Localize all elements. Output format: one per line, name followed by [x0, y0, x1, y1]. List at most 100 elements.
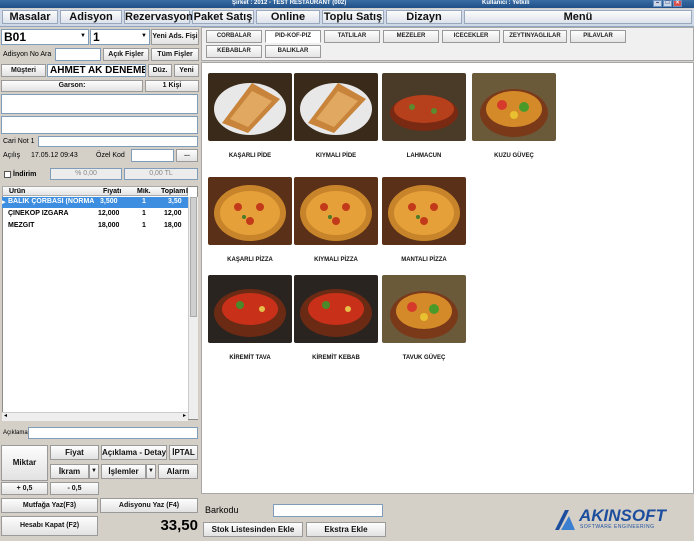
row-price: 3,500 [100, 198, 118, 205]
adisyon-no-input[interactable] [55, 48, 101, 61]
vertical-scrollbar[interactable] [188, 197, 198, 419]
ikram-button[interactable]: İkram [50, 464, 89, 479]
indirim-checkbox[interactable] [4, 171, 11, 178]
menu-menu[interactable]: Menü [464, 10, 692, 24]
guest-count-select[interactable]: 1 ▼ [90, 29, 150, 45]
guest-count-value: 1 [93, 30, 100, 44]
tab-corbalar[interactable]: CORBALAR [206, 30, 262, 43]
product-image [208, 275, 292, 343]
tab-tatlilar[interactable]: TATLILAR [324, 30, 380, 43]
scroll-thumb[interactable] [190, 197, 197, 317]
islemler-chevron-down-icon[interactable]: ▼ [146, 464, 156, 479]
menu-rezervasyon[interactable]: Rezervasyon [124, 10, 193, 24]
row-price: 18,000 [98, 222, 120, 229]
tab-kebablar[interactable]: KEBABLAR [206, 45, 262, 58]
product-tile[interactable]: MANTALI PİZZA [382, 177, 466, 265]
ikram-chevron-down-icon[interactable]: ▼ [89, 464, 99, 479]
company-label: Şirket : 2012 - TEST RESTAURANT (002) [232, 0, 347, 6]
ozel-kod-label: Özel Kod [96, 152, 125, 159]
duz-button[interactable]: Düz. [148, 64, 172, 77]
customer-info-box[interactable] [1, 94, 198, 114]
menu-dizayn[interactable]: Dizayn [386, 10, 462, 24]
barcode-input[interactable] [273, 504, 383, 517]
col-urun: Ürün [9, 188, 26, 195]
table-select[interactable]: B01 ▼ [1, 29, 89, 45]
miktar-button[interactable]: Miktar [1, 445, 48, 481]
product-tile[interactable]: KİREMİT KEBAB [294, 275, 378, 363]
product-name: KİREMİT KEBAB [312, 355, 360, 361]
tab-pilavlar[interactable]: PILAVLAR [570, 30, 626, 43]
discount-pct-field[interactable]: % 0,00 [50, 168, 122, 180]
product-tile[interactable]: KIYMALI PİDE [294, 73, 378, 161]
row-price: 12,000 [98, 210, 120, 217]
akinsoft-tagline: SOFTWARE ENGINEERING [580, 524, 655, 530]
garson-button[interactable]: Garson: [1, 80, 143, 92]
cari-not-input[interactable] [38, 136, 198, 147]
fiyat-button[interactable]: Fiyat [50, 445, 99, 460]
order-table-header: Ürün Fiyatı Mik. Toplam İ [2, 186, 188, 196]
aciklama-detay-button[interactable]: Açıklama - Detay [101, 445, 167, 460]
acik-fisler-button[interactable]: Açık Fişler [103, 48, 149, 61]
tab-zeytinyaglilar[interactable]: ZEYTINYAGLILAR [503, 30, 567, 43]
menu-toplu-satis[interactable]: Toplu Satış [322, 10, 384, 24]
menu-masalar[interactable]: Masalar [2, 10, 58, 24]
bottom-bar: Barkodu Stok Listesinden Ekle Ekstra Ekl… [201, 496, 694, 541]
ozel-kod-input[interactable] [131, 149, 174, 162]
tum-fisler-button[interactable]: Tüm Fişler [151, 48, 199, 61]
menu-online[interactable]: Online [256, 10, 320, 24]
product-tile[interactable]: TAVUK GÜVEÇ [382, 275, 466, 363]
product-tile[interactable]: KAŞARLI PİZZA [208, 177, 292, 265]
tab-icecekler[interactable]: ICECEKLER [442, 30, 500, 43]
horizontal-scrollbar[interactable]: ◂ ▸ [2, 412, 188, 421]
chevron-right-icon[interactable]: ▸ [183, 412, 186, 419]
tab-pid-kof-piz[interactable]: PID-KOF-PIZ [265, 30, 321, 43]
table-row[interactable]: ▸ BALIK ÇORBASI (NORMA 3,500 1 3,50 [2, 197, 188, 208]
cari-not-label: Cari Not 1 [3, 138, 35, 145]
row-qty: 1 [142, 222, 146, 229]
row-total: 3,50 [168, 198, 182, 205]
stok-listesinden-ekle-button[interactable]: Stok Listesinden Ekle [203, 522, 303, 537]
aciklama-input[interactable] [28, 427, 198, 439]
product-tile[interactable]: LAHMACUN [382, 73, 466, 161]
product-name: LAHMACUN [406, 153, 442, 159]
ozel-kod-lookup-button[interactable]: ... [176, 149, 198, 162]
customer-name-field[interactable]: AHMET AK DENEME C [47, 64, 146, 77]
product-tile[interactable]: KUZU GÜVEÇ [472, 73, 556, 161]
table-row[interactable]: MEZGİT 18,000 1 18,00 [2, 221, 188, 232]
plus-half-button[interactable]: + 0,5 [1, 482, 48, 495]
product-tile[interactable]: KIYMALI PİZZA [294, 177, 378, 265]
main-menu: Masalar Adisyon Rezervasyon Paket Satış … [0, 9, 694, 27]
menu-paket-satis[interactable]: Paket Satış [192, 10, 254, 24]
tab-mezeler[interactable]: MEZELER [383, 30, 439, 43]
adisyonu-yaz-button[interactable]: Adisyonu Yaz (F4) [100, 498, 198, 513]
notes-box[interactable] [1, 116, 198, 134]
maximize-icon[interactable]: □ [663, 0, 672, 7]
musteri-button[interactable]: Müşteri [1, 64, 46, 77]
new-adisyon-button[interactable]: Yeni Ads. Fişi [151, 29, 199, 45]
chevron-left-icon[interactable]: ◂ [4, 412, 7, 419]
col-i: İ [186, 188, 188, 195]
acilis-value: 17.05.12 09:43 [31, 152, 78, 159]
product-tile[interactable]: KAŞARLI PİDE [208, 73, 292, 161]
close-icon[interactable]: × [673, 0, 682, 7]
tab-baliklar[interactable]: BALIKLAR [265, 45, 321, 58]
minus-half-button[interactable]: - 0,5 [50, 482, 99, 495]
col-mik: Mik. [137, 188, 151, 195]
iptal-button[interactable]: İPTAL [169, 445, 198, 460]
mutfaga-yaz-button[interactable]: Mutfağa Yaz(F3) [1, 498, 98, 513]
ekstra-ekle-button[interactable]: Ekstra Ekle [306, 522, 386, 537]
hesabi-kapat-button[interactable]: Hesabı Kapat (F2) [1, 516, 98, 536]
minimize-icon[interactable]: – [653, 0, 662, 7]
col-fiyati: Fiyatı [103, 188, 122, 195]
table-row[interactable]: ÇİNEKOP IZGARA 12,000 1 12,00 [2, 209, 188, 220]
product-image [294, 177, 378, 245]
row-total: 12,00 [164, 210, 182, 217]
islemler-button[interactable]: İşlemler [101, 464, 146, 479]
alarm-button[interactable]: Alarm [158, 464, 198, 479]
kisi-button[interactable]: 1 Kişi [145, 80, 199, 92]
menu-adisyon[interactable]: Adisyon [60, 10, 122, 24]
yeni-customer-button[interactable]: Yeni [174, 64, 199, 77]
aciklama-label: Açıklama [3, 430, 28, 436]
product-tile[interactable]: KİREMİT TAVA [208, 275, 292, 363]
discount-tl-field[interactable]: 0,00 TL [124, 168, 198, 180]
